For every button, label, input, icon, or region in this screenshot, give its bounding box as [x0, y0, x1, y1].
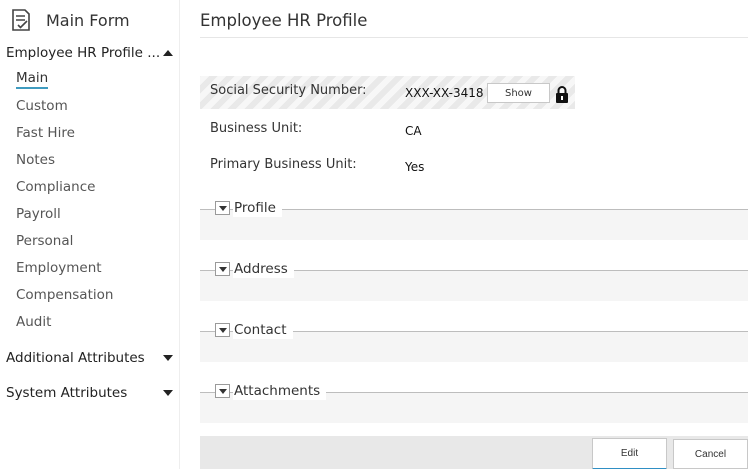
- sidebar-item-employment[interactable]: Employment: [16, 259, 102, 277]
- page-title: Employee HR Profile: [200, 11, 368, 30]
- cancel-button[interactable]: Cancel: [673, 439, 748, 469]
- primary-business-unit-value: Yes: [405, 160, 425, 174]
- form-checklist-icon: [12, 9, 30, 31]
- caret-down-icon[interactable]: [163, 355, 173, 361]
- sidebar-item-fast-hire[interactable]: Fast Hire: [16, 124, 75, 142]
- dropdown-toggle-icon[interactable]: [215, 384, 230, 398]
- dropdown-toggle-icon[interactable]: [215, 262, 230, 276]
- ssn-label: Social Security Number:: [210, 83, 367, 98]
- caret-down-icon[interactable]: [163, 390, 173, 396]
- section-label: System Attributes: [6, 385, 128, 401]
- group-label-address[interactable]: Address: [233, 260, 294, 278]
- group-profile: Profile: [200, 197, 748, 245]
- sidebar-item-audit[interactable]: Audit: [16, 313, 51, 331]
- sidebar-item-payroll[interactable]: Payroll: [16, 205, 61, 223]
- group-contact: Contact: [200, 319, 748, 367]
- show-ssn-button[interactable]: Show: [487, 83, 550, 103]
- group-rule: [200, 209, 748, 210]
- section-label: Additional Attributes: [6, 350, 145, 366]
- sidebar-item-main[interactable]: Main: [16, 70, 49, 89]
- caret-up-icon[interactable]: [163, 50, 173, 56]
- sidebar-item-personal[interactable]: Personal: [16, 232, 73, 250]
- sidebar-header: Main Form: [10, 7, 130, 33]
- group-attachments: Attachments: [200, 380, 748, 428]
- group-label-contact[interactable]: Contact: [233, 321, 293, 339]
- lock-icon: [556, 86, 568, 103]
- edit-button[interactable]: Edit: [592, 438, 667, 469]
- section-system-attributes[interactable]: System Attributes: [6, 383, 176, 403]
- main-panel: Employee HR Profile Social Security Numb…: [181, 0, 748, 469]
- dropdown-toggle-icon[interactable]: [215, 201, 230, 215]
- sidebar-item-custom[interactable]: Custom: [16, 97, 68, 115]
- sidebar-item-compensation[interactable]: Compensation: [16, 286, 113, 304]
- group-address: Address: [200, 258, 748, 306]
- primary-business-unit-label: Primary Business Unit:: [210, 157, 357, 172]
- dropdown-toggle-icon[interactable]: [215, 323, 230, 337]
- group-label-attachments[interactable]: Attachments: [233, 382, 327, 400]
- sidebar: Main Form Employee HR Profile ... Main C…: [0, 0, 180, 469]
- section-employee-hr-profile[interactable]: Employee HR Profile ...: [6, 43, 176, 63]
- title-divider: [200, 37, 748, 38]
- sidebar-item-notes[interactable]: Notes: [16, 151, 55, 169]
- section-label: Employee HR Profile ...: [6, 45, 161, 61]
- ssn-value: XXX-XX-3418: [405, 86, 484, 100]
- section-additional-attributes[interactable]: Additional Attributes: [6, 348, 176, 368]
- business-unit-label: Business Unit:: [210, 121, 303, 136]
- group-label-profile[interactable]: Profile: [233, 199, 282, 217]
- sidebar-item-compliance[interactable]: Compliance: [16, 178, 95, 196]
- business-unit-value: CA: [405, 124, 422, 138]
- group-body: [200, 210, 748, 240]
- sidebar-title: Main Form: [46, 10, 130, 30]
